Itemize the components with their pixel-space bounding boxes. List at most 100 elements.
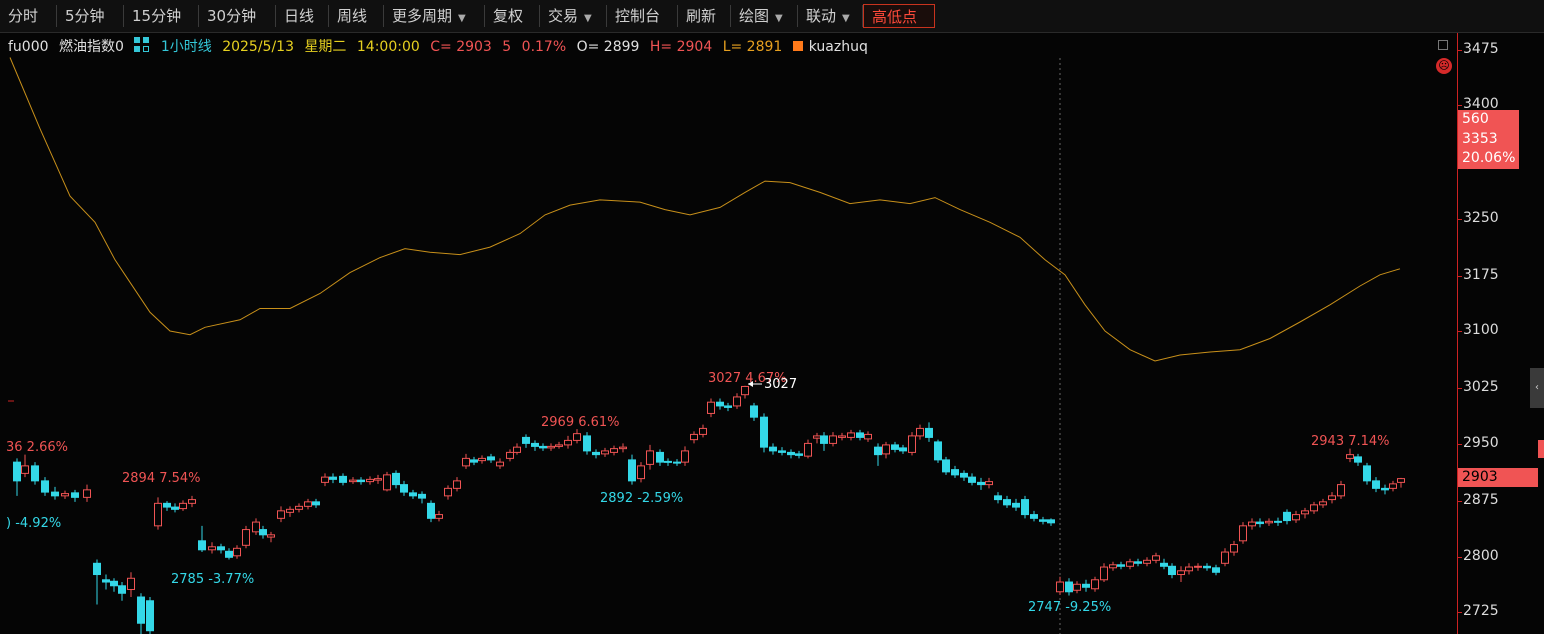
candle-up (242, 529, 250, 546)
high-low-annotation: 2785 -3.77% (171, 572, 254, 587)
dropdown-arrow-icon: ▼ (458, 13, 466, 24)
price-tick-mark (1458, 557, 1462, 558)
candle-up (1152, 555, 1160, 561)
price-tick-mark (1458, 444, 1462, 445)
candle-up (804, 442, 812, 457)
toolbar-button-10[interactable]: 刷新 (678, 4, 730, 28)
toolbar-button-7[interactable]: 复权 (485, 4, 539, 28)
price-tick-label: 3250 (1463, 210, 1499, 226)
candlestick-chart[interactable]: 36 2.66%2894 7.54%2969 6.61%3027 4.67%29… (0, 33, 1457, 634)
candle-down (1274, 520, 1282, 523)
candle-up (847, 432, 855, 438)
candle-down (1012, 502, 1020, 508)
sad-face-icon[interactable]: ☹ (1436, 58, 1452, 74)
candle-up (496, 461, 504, 467)
candle-down (146, 600, 154, 632)
candle-down (357, 479, 365, 483)
candle-down (13, 461, 21, 482)
dropdown-arrow-icon: ▼ (775, 13, 783, 24)
candle-down (874, 446, 882, 456)
candle-down (1160, 562, 1168, 567)
candle-down (1117, 564, 1125, 567)
candle-up (1310, 504, 1318, 512)
current-price-marker (1538, 440, 1544, 458)
candle-down (427, 502, 435, 519)
candle-up (252, 521, 260, 533)
candle-down (259, 529, 267, 536)
candle-down (656, 451, 664, 463)
candle-down (339, 475, 347, 483)
candle-up (864, 433, 872, 440)
candle-up (233, 547, 241, 557)
candle-up (908, 435, 916, 453)
candle-up (564, 439, 572, 446)
candle-up (1239, 525, 1247, 542)
candle-up (383, 474, 391, 491)
candle-down (968, 476, 976, 483)
candle-up (321, 476, 329, 483)
candle-down (102, 579, 110, 583)
toolbar-button-6[interactable]: 更多周期 ▼ (384, 4, 484, 28)
candle-down (41, 480, 49, 493)
candle-up (267, 534, 275, 538)
price-tick-mark (1458, 219, 1462, 220)
candle-down (1256, 521, 1264, 525)
collapse-panel-tab[interactable]: ‹ (1530, 368, 1544, 408)
candle-down (1047, 519, 1055, 524)
price-tick-label: 3475 (1463, 41, 1499, 57)
candle-up (349, 479, 357, 483)
candle-up (304, 501, 312, 507)
candle-up (610, 448, 618, 453)
toolbar-button-1[interactable]: 5分钟 (57, 4, 123, 28)
toolbar-button-4[interactable]: 日线 (276, 4, 328, 28)
candle-up (733, 396, 741, 407)
candle-down (1039, 519, 1047, 522)
candle-up (1389, 483, 1397, 489)
toolbar-button-11[interactable]: 绘图 ▼ (731, 4, 797, 28)
candle-down (1372, 480, 1380, 489)
candle-down (856, 432, 864, 438)
toolbar-button-9[interactable]: 控制台 (607, 4, 677, 28)
toolbar-button-0[interactable]: 分时 (0, 4, 56, 28)
candle-up (1185, 566, 1193, 572)
toolbar-button-3[interactable]: 30分钟 (199, 4, 275, 28)
toolbar-button-12[interactable]: 联动 ▼ (798, 4, 862, 28)
period-toolbar: 分时 5分钟 15分钟 30分钟 日线 周线 更多周期 ▼ 复权 交易 ▼ 控制台 刷新 绘图 ▼ 联动 ▼ 高低… (0, 0, 1544, 33)
candle-up (478, 457, 486, 462)
candle-down (1065, 581, 1073, 593)
candle-down (769, 446, 777, 452)
price-tick-label: 2875 (1463, 492, 1499, 508)
price-tick-mark (1458, 276, 1462, 277)
toolbar-button-8[interactable]: 交易 ▼ (540, 4, 606, 28)
candle-up (83, 489, 91, 498)
candle-up (286, 508, 294, 513)
candle-up (637, 465, 645, 480)
toolbar-button-label: 刷新 (686, 7, 717, 25)
maximize-icon[interactable] (1438, 40, 1448, 50)
candle-up (681, 450, 689, 463)
dropdown-arrow-icon: ▼ (584, 13, 592, 24)
candle-down (31, 465, 39, 482)
candle-down (795, 453, 803, 456)
candle-down (760, 416, 768, 448)
candle-down (787, 451, 795, 456)
toolbar-button-label: 分时 (8, 7, 39, 25)
toolbar-button-2[interactable]: 15分钟 (124, 4, 198, 28)
candle-down (71, 492, 79, 498)
candle-up (1337, 484, 1345, 497)
candle-up (699, 427, 707, 435)
toolbar-button-13[interactable]: 高低点 (863, 4, 935, 28)
range-price: 3353 (1462, 130, 1498, 147)
candle-up (838, 435, 846, 438)
toolbar-button-label: 更多周期 (392, 7, 453, 25)
high-low-annotation: 36 2.66% (6, 440, 68, 455)
candle-up (1230, 544, 1238, 553)
toolbar-button-5[interactable]: 周线 (329, 4, 383, 28)
candle-down (1003, 499, 1011, 506)
candle-down (118, 585, 126, 594)
candle-down (1082, 583, 1090, 588)
candle-up (188, 499, 196, 504)
candle-up (435, 514, 443, 519)
price-tick-label: 3100 (1463, 322, 1499, 338)
candle-down (1030, 514, 1038, 519)
